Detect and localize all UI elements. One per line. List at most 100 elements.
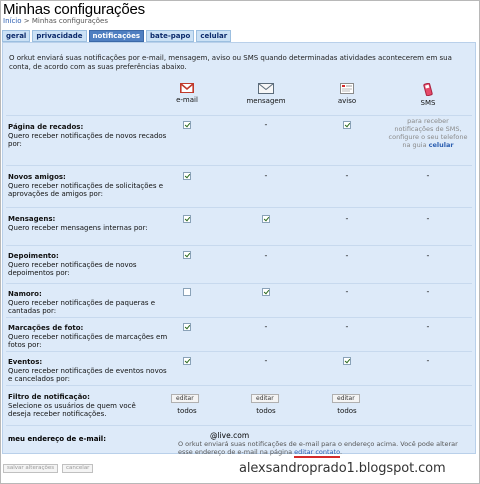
breadcrumb-current: Minhas configurações xyxy=(31,17,108,25)
celular-link[interactable]: celular xyxy=(429,141,454,149)
row-title: Mensagens: xyxy=(8,215,56,223)
row-title: Eventos: xyxy=(8,358,43,366)
row-divider xyxy=(6,317,472,318)
dash-cell: - xyxy=(264,251,268,260)
column-sms: SMS xyxy=(398,83,458,107)
filter-title: Filtro de notificação: xyxy=(8,393,90,401)
checkbox-recados-email[interactable] xyxy=(183,121,191,129)
edit-filter-mensagem-button[interactable]: editar xyxy=(251,394,279,403)
dash-cell: - xyxy=(426,251,430,260)
row-title: Namoro: xyxy=(8,290,42,298)
row-divider xyxy=(6,115,472,116)
notice-icon xyxy=(340,83,354,94)
sms-note: para receber notificações de SMS, config… xyxy=(388,117,468,149)
checkbox-marcacoes-email[interactable] xyxy=(183,323,191,331)
row-title: Página de recados: xyxy=(8,123,84,131)
column-email: e-mail xyxy=(157,83,217,104)
row-title: Depoimento: xyxy=(8,252,59,260)
dash-cell: - xyxy=(345,287,349,296)
tab-celular[interactable]: celular xyxy=(196,30,232,42)
row-desc: Quero receber notificações de eventos no… xyxy=(8,366,167,384)
row-depoimento-label: Depoimento: Quero receber notificações de… xyxy=(8,252,168,278)
breadcrumb-separator: > xyxy=(21,17,32,25)
dash-cell: - xyxy=(264,356,268,365)
checkbox-mensagens-mensagem[interactable] xyxy=(262,215,270,223)
checkbox-depoimento-email[interactable] xyxy=(183,251,191,259)
row-recados-label: Página de recados: Quero receber notifica… xyxy=(8,123,168,149)
intro-text: O orkut enviará suas notificações por e-… xyxy=(9,54,452,71)
row-namoro-label: Namoro: Quero receber notificações de paq… xyxy=(8,290,168,316)
settings-tabs: geral privacidade notificações bate-papo… xyxy=(2,30,232,42)
envelope-icon xyxy=(258,83,274,94)
dash-cell: - xyxy=(426,171,430,180)
dash-cell: - xyxy=(345,171,349,180)
checkbox-namoro-email[interactable] xyxy=(183,288,191,296)
dash-cell: - xyxy=(345,322,349,331)
phone-icon xyxy=(423,83,433,96)
email-value: @live.com xyxy=(210,431,250,440)
filter-desc: Selecione os usuários de quem você desej… xyxy=(8,401,136,419)
row-divider xyxy=(6,425,472,426)
email-label: meu endereço de e-mail: xyxy=(8,435,107,443)
breadcrumb-home-link[interactable]: Início xyxy=(3,17,22,25)
row-divider xyxy=(6,385,472,386)
checkbox-recados-aviso[interactable] xyxy=(343,121,351,129)
column-email-label: e-mail xyxy=(176,96,198,104)
dash-cell: - xyxy=(264,322,268,331)
row-desc: Quero receber notificações de marcações … xyxy=(8,332,168,350)
dash-cell: - xyxy=(264,171,268,180)
row-divider xyxy=(6,283,472,284)
dash-cell: - xyxy=(345,251,349,260)
row-divider xyxy=(6,245,472,246)
tab-privacidade[interactable]: privacidade xyxy=(32,30,87,42)
gmail-icon xyxy=(180,83,194,93)
dash-cell: - xyxy=(426,322,430,331)
filter-aviso-value: todos xyxy=(337,407,357,415)
filter-mensagem-value: todos xyxy=(256,407,276,415)
row-desc: Quero receber notificações de solicitaçõ… xyxy=(8,181,164,199)
row-desc: Quero receber notificações de novos depo… xyxy=(8,260,137,278)
row-divider xyxy=(6,351,472,352)
watermark-text: alexsandroprado1.blogspot.com xyxy=(239,461,446,476)
email-note: O orkut enviará suas notificações de e-m… xyxy=(178,440,468,458)
dash-cell: - xyxy=(264,120,268,129)
row-desc: Quero receber notificações de paqueras e… xyxy=(8,298,156,316)
page-title: Minhas configurações xyxy=(3,1,145,18)
row-title: Marcações de foto: xyxy=(8,324,84,332)
checkbox-mensagens-email[interactable] xyxy=(183,215,191,223)
cancel-button[interactable]: cancelar xyxy=(62,464,94,473)
tab-bate-papo[interactable]: bate-papo xyxy=(146,30,195,42)
edit-filter-email-button[interactable]: editar xyxy=(171,394,199,403)
row-desc: Quero receber notificações de novos reca… xyxy=(8,131,167,149)
column-mensagem: mensagem xyxy=(236,83,296,105)
notifications-panel: O orkut enviará suas notificações por e-… xyxy=(2,42,476,458)
checkbox-eventos-aviso[interactable] xyxy=(343,357,351,365)
filter-email-value: todos xyxy=(177,407,197,415)
row-mensagens-label: Mensagens: Quero receber mensagens intern… xyxy=(8,215,168,232)
column-aviso-label: aviso xyxy=(337,97,357,105)
dash-cell: - xyxy=(426,214,430,223)
checkbox-eventos-email[interactable] xyxy=(183,357,191,365)
column-aviso: aviso xyxy=(317,83,377,105)
column-sms-label: SMS xyxy=(420,99,436,107)
row-title: Novos amigos: xyxy=(8,173,66,181)
dash-cell: - xyxy=(426,287,430,296)
row-eventos-label: Eventos: Quero receber notificações de ev… xyxy=(8,358,168,384)
row-divider xyxy=(6,207,472,208)
save-button[interactable]: salvar alterações xyxy=(3,464,59,473)
filter-label: Filtro de notificação: Selecione os usuár… xyxy=(8,393,158,419)
row-divider xyxy=(6,165,472,166)
dash-cell: - xyxy=(345,214,349,223)
tab-geral[interactable]: geral xyxy=(2,30,31,42)
tab-notificacoes[interactable]: notificações xyxy=(88,30,145,42)
email-note-period: . xyxy=(339,448,343,456)
breadcrumb: Início > Minhas configurações xyxy=(3,17,108,25)
edit-contact-link[interactable]: editar contato xyxy=(294,448,340,458)
edit-filter-aviso-button[interactable]: editar xyxy=(332,394,360,403)
row-marcacoes-label: Marcações de foto: Quero receber notifica… xyxy=(8,324,168,350)
dash-cell: - xyxy=(426,356,430,365)
row-desc: Quero receber mensagens internas por: xyxy=(8,223,148,232)
column-mensagem-label: mensagem xyxy=(246,97,286,105)
checkbox-namoro-mensagem[interactable] xyxy=(262,288,270,296)
checkbox-amigos-email[interactable] xyxy=(183,172,191,180)
